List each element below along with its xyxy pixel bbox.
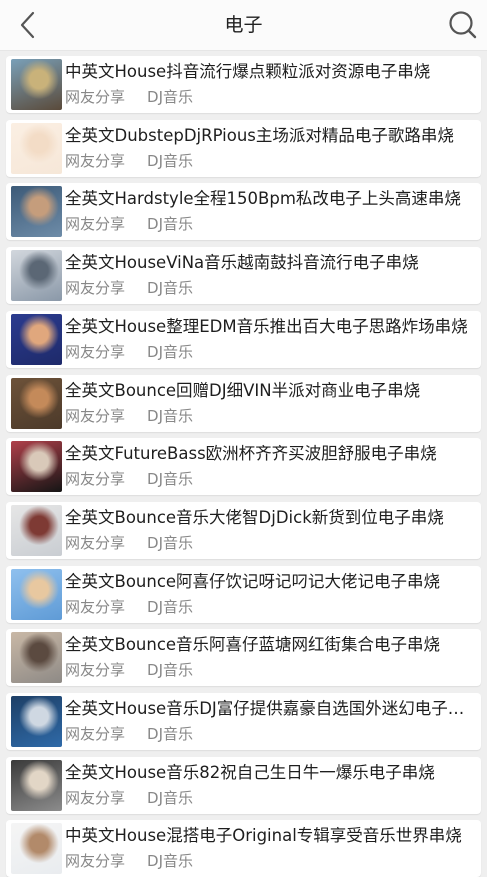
list-item[interactable]: 全英文Hardstyle全程150Bpm私改电子上头高速串烧 网友分享 DJ音乐 xyxy=(6,183,481,241)
item-title: 全英文Hardstyle全程150Bpm私改电子上头高速串烧 xyxy=(65,189,461,209)
cover-thumbnail xyxy=(11,186,62,238)
item-meta: 网友分享 DJ音乐 xyxy=(65,597,193,617)
item-title: 全英文Bounce阿喜仔饮记呀记叼记大佬记电子串烧 xyxy=(65,571,441,591)
item-source: DJ音乐 xyxy=(147,342,193,361)
item-meta: 网友分享 DJ音乐 xyxy=(65,788,193,808)
item-title: 全英文Bounce音乐大佬智DjDick新货到位电子串烧 xyxy=(65,507,444,527)
item-title: 中英文House抖音流行爆点颗粒派对资源电子串烧 xyxy=(65,62,431,81)
item-uploader: 网友分享 xyxy=(65,215,126,234)
item-source: DJ音乐 xyxy=(147,788,193,807)
item-meta: 网友分享 DJ音乐 xyxy=(65,342,193,362)
cover-thumbnail xyxy=(11,759,62,811)
item-uploader: 网友分享 xyxy=(65,533,126,552)
item-source: DJ音乐 xyxy=(147,725,193,743)
item-meta: 网友分享 DJ音乐 xyxy=(65,533,193,553)
item-title: 全英文Bounce音乐阿喜仔蓝塘网红街集合电子串烧 xyxy=(65,635,441,655)
item-meta: 网友分享 DJ音乐 xyxy=(65,406,193,426)
list-item[interactable]: 全英文Bounce音乐阿喜仔蓝塘网红街集合电子串烧 网友分享 DJ音乐 xyxy=(6,629,481,687)
list-item[interactable]: 中英文House混搭电子Original专辑享受音乐世界串烧 网友分享 DJ音乐 xyxy=(6,820,481,877)
top-nav-bar: 电子 xyxy=(0,0,487,51)
item-source: DJ音乐 xyxy=(147,151,193,170)
item-source: DJ音乐 xyxy=(147,279,193,298)
page-title: 电子 xyxy=(224,14,263,36)
item-meta: 网友分享 DJ音乐 xyxy=(65,87,193,107)
list-item[interactable]: 全英文Bounce阿喜仔饮记呀记叼记大佬记电子串烧 网友分享 DJ音乐 xyxy=(6,565,481,623)
item-uploader: 网友分享 xyxy=(65,279,126,298)
cover-thumbnail xyxy=(11,568,62,620)
item-uploader: 网友分享 xyxy=(65,470,126,489)
cover-thumbnail xyxy=(11,250,62,302)
item-meta: 网友分享 DJ音乐 xyxy=(65,469,193,489)
item-uploader: 网友分享 xyxy=(65,151,126,170)
item-uploader: 网友分享 xyxy=(65,661,126,680)
item-title: 全英文House音乐DJ富仔提供嘉豪自选国外迷幻电子串烧 xyxy=(65,699,475,718)
cover-thumbnail xyxy=(11,632,62,684)
list-item[interactable]: 全英文HouseViNa音乐越南鼓抖音流行电子串烧 网友分享 DJ音乐 xyxy=(6,247,481,305)
list-item[interactable]: 全英文Bounce回赠DJ细VIN半派对商业电子串烧 网友分享 DJ音乐 xyxy=(6,374,481,432)
cover-thumbnail xyxy=(11,441,62,493)
item-meta: 网友分享 DJ音乐 xyxy=(65,724,193,744)
item-title: 中英文House混搭电子Original专辑享受音乐世界串烧 xyxy=(65,826,462,846)
item-title: 全英文DubstepDjRPious主场派对精品电子歌路串烧 xyxy=(65,125,454,145)
item-uploader: 网友分享 xyxy=(65,788,126,807)
item-title: 全英文HouseViNa音乐越南鼓抖音流行电子串烧 xyxy=(65,253,419,273)
item-title: 全英文House音乐82祝自己生日牛一爆乐电子串烧 xyxy=(65,762,435,782)
list-item[interactable]: 中英文House抖音流行爆点颗粒派对资源电子串烧 网友分享 DJ音乐 xyxy=(6,56,481,113)
search-button[interactable] xyxy=(445,7,481,43)
item-meta: 网友分享 DJ音乐 xyxy=(65,214,193,234)
item-uploader: 网友分享 xyxy=(65,725,126,743)
item-uploader: 网友分享 xyxy=(65,597,126,616)
item-source: DJ音乐 xyxy=(147,533,193,552)
cover-thumbnail xyxy=(11,696,62,747)
list-item[interactable]: 全英文DubstepDjRPious主场派对精品电子歌路串烧 网友分享 DJ音乐 xyxy=(6,119,481,177)
item-uploader: 网友分享 xyxy=(65,88,126,106)
item-source: DJ音乐 xyxy=(147,88,193,106)
list-item[interactable]: 全英文House整理EDM音乐推出百大电子思路炸场串烧 网友分享 DJ音乐 xyxy=(6,310,481,368)
item-source: DJ音乐 xyxy=(147,470,193,489)
cover-thumbnail xyxy=(11,122,62,174)
list-item[interactable]: 全英文FutureBass欧洲杯齐齐买波胆舒服电子串烧 网友分享 DJ音乐 xyxy=(6,438,481,496)
list-item[interactable]: 全英文Bounce音乐大佬智DjDick新货到位电子串烧 网友分享 DJ音乐 xyxy=(6,501,481,559)
item-source: DJ音乐 xyxy=(147,661,193,680)
list-item[interactable]: 全英文House音乐DJ富仔提供嘉豪自选国外迷幻电子串烧 网友分享 DJ音乐 xyxy=(6,693,481,750)
item-uploader: 网友分享 xyxy=(65,342,126,361)
item-meta: 网友分享 DJ音乐 xyxy=(65,278,193,298)
item-uploader: 网友分享 xyxy=(65,852,126,871)
item-meta: 网友分享 DJ音乐 xyxy=(65,151,193,171)
item-source: DJ音乐 xyxy=(147,215,193,234)
cover-thumbnail xyxy=(11,823,62,875)
cover-thumbnail xyxy=(11,59,62,110)
item-title: 全英文FutureBass欧洲杯齐齐买波胆舒服电子串烧 xyxy=(65,444,437,464)
item-title: 全英文House整理EDM音乐推出百大电子思路炸场串烧 xyxy=(65,316,468,336)
search-icon xyxy=(449,11,477,39)
item-meta: 网友分享 DJ音乐 xyxy=(65,660,193,680)
list-item[interactable]: 全英文House音乐82祝自己生日牛一爆乐电子串烧 网友分享 DJ音乐 xyxy=(6,756,481,814)
item-source: DJ音乐 xyxy=(147,852,193,871)
item-source: DJ音乐 xyxy=(147,597,193,616)
cover-thumbnail xyxy=(11,377,62,429)
item-uploader: 网友分享 xyxy=(65,406,126,425)
item-title: 全英文Bounce回赠DJ细VIN半派对商业电子串烧 xyxy=(65,380,421,400)
item-meta: 网友分享 DJ音乐 xyxy=(65,851,193,871)
item-source: DJ音乐 xyxy=(147,406,193,425)
cover-thumbnail xyxy=(11,313,62,365)
cover-thumbnail xyxy=(11,504,62,556)
